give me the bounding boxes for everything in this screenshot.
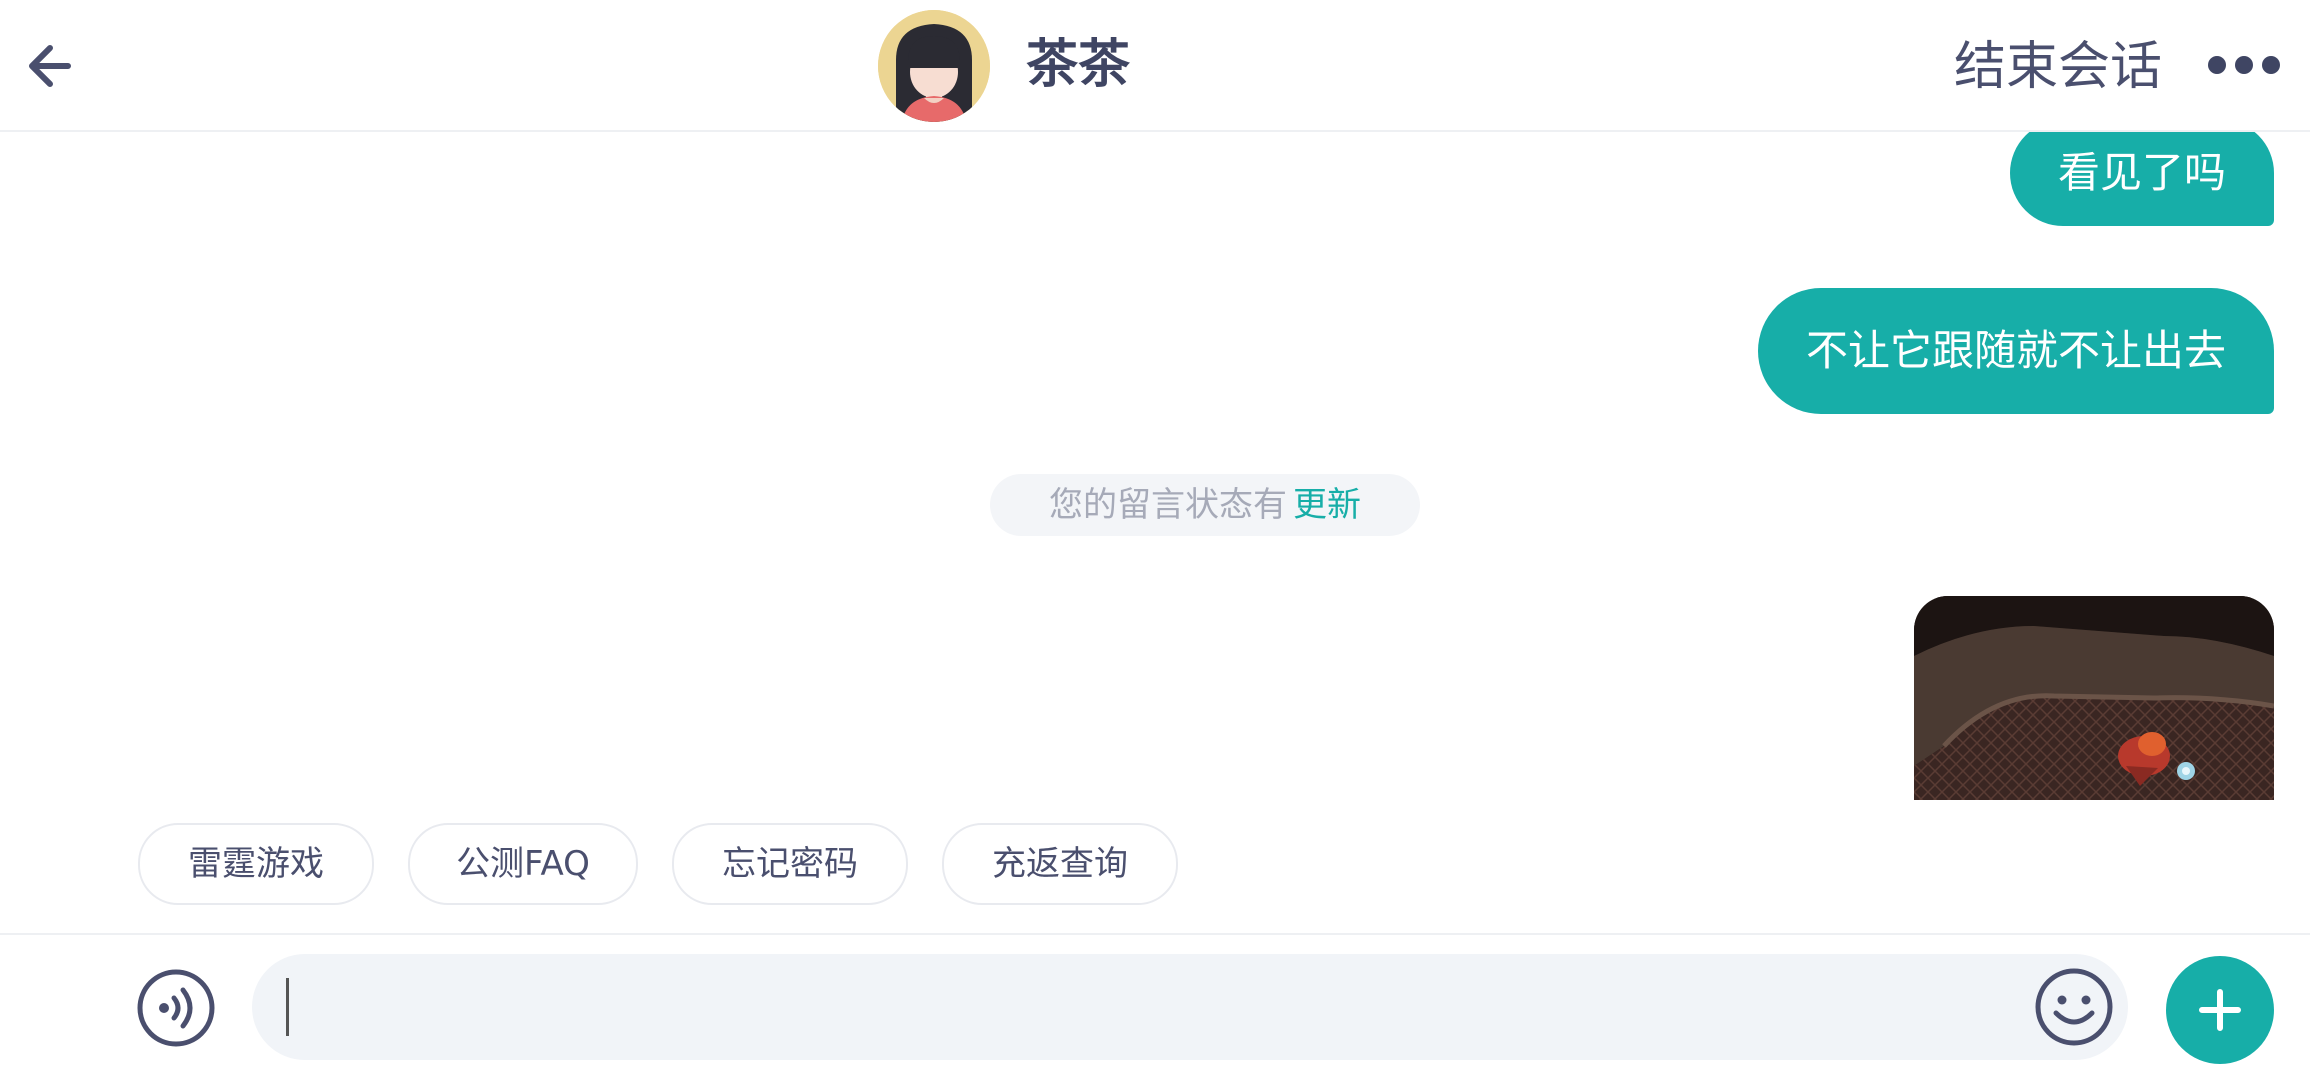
status-notice: 您的留言状态有 更新 xyxy=(990,474,1420,536)
quick-reply-chip[interactable]: 忘记密码 xyxy=(672,823,908,905)
quick-reply-bar: 雷霆游戏 公测FAQ 忘记密码 充返查询 xyxy=(0,823,2310,905)
contact-avatar[interactable] xyxy=(878,10,990,122)
end-session-button[interactable]: 结束会话 xyxy=(1954,32,2162,102)
voice-icon xyxy=(137,969,215,1047)
emoji-icon xyxy=(2035,968,2113,1046)
emoji-button[interactable] xyxy=(2034,967,2114,1047)
quick-reply-chip[interactable]: 公测FAQ xyxy=(408,823,638,905)
message-list[interactable]: 看见了吗 不让它跟随就不让出去 您的留言状态有 更新 xyxy=(0,132,2310,800)
message-bubble[interactable]: 不让它跟随就不让出去 xyxy=(1757,288,2274,414)
voice-button[interactable] xyxy=(136,968,216,1048)
plus-icon xyxy=(2199,989,2241,1031)
quick-reply-chip[interactable]: 充返查询 xyxy=(942,823,1178,905)
more-dots-icon xyxy=(2235,56,2253,74)
message-input[interactable] xyxy=(252,954,2128,1060)
quick-reply-chip[interactable]: 雷霆游戏 xyxy=(138,823,374,905)
text-cursor xyxy=(286,978,289,1036)
image-message[interactable] xyxy=(1914,596,2274,800)
more-dots-icon xyxy=(2208,56,2226,74)
back-button[interactable] xyxy=(22,36,82,96)
more-dots-icon xyxy=(2262,56,2280,74)
update-link[interactable]: 更新 xyxy=(1293,485,1361,525)
contact-name: 茶茶 xyxy=(1026,35,1131,95)
notice-text: 您的留言状态有 xyxy=(1049,485,1287,525)
plus-button[interactable] xyxy=(2166,956,2274,1064)
chat-header: 茶茶 结束会话 xyxy=(0,0,2310,132)
composer-bar xyxy=(0,933,2310,1082)
message-bubble[interactable]: 看见了吗 xyxy=(2009,132,2274,226)
more-button[interactable] xyxy=(2208,50,2280,80)
arrow-left-icon xyxy=(29,45,71,87)
